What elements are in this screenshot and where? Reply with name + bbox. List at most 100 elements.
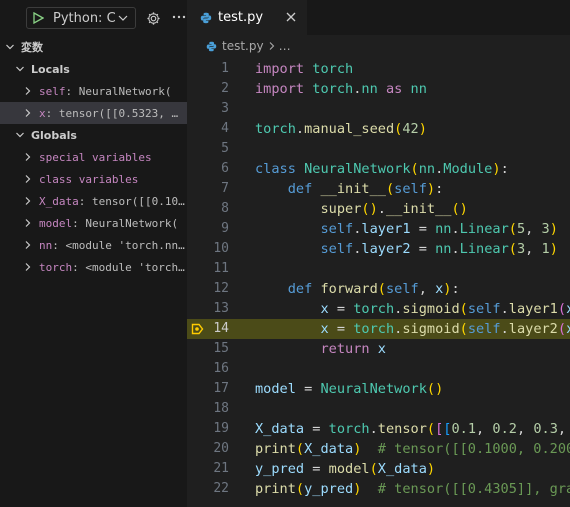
variable-name: model bbox=[39, 216, 73, 230]
code-line[interactable]: 16 bbox=[187, 359, 570, 379]
chevron-right-icon[interactable] bbox=[23, 218, 33, 228]
breadcrumb-symbol[interactable]: … bbox=[279, 39, 291, 53]
chevron-right-icon[interactable] bbox=[23, 108, 33, 118]
code-line[interactable]: 7 def __init__(self): bbox=[187, 179, 570, 199]
gear-icon[interactable] bbox=[145, 10, 161, 26]
chevron-down-icon bbox=[118, 15, 128, 21]
variable-name: x bbox=[39, 106, 46, 120]
line-number[interactable]: 19 bbox=[187, 419, 229, 439]
line-number[interactable]: 10 bbox=[187, 239, 229, 259]
code-line[interactable]: 21 y_pred = model(X_data) bbox=[187, 459, 570, 479]
line-number[interactable]: 13 bbox=[187, 299, 229, 319]
line-number[interactable]: 4 bbox=[187, 119, 229, 139]
variable-group-row[interactable]: special variables bbox=[0, 146, 187, 168]
code-line[interactable]: 6 class NeuralNetwork(nn.Module): bbox=[187, 159, 570, 179]
code-line[interactable]: 20 print(X_data) # tensor([[0.1000, 0.200… bbox=[187, 439, 570, 459]
line-number[interactable]: 9 bbox=[187, 219, 229, 239]
line-number[interactable]: 20 bbox=[187, 439, 229, 459]
variable-entry: special variables bbox=[39, 151, 152, 164]
variable-row[interactable]: torch: <module 'torch… bbox=[0, 256, 187, 278]
code-text: print(y_pred) # tensor([[0.4305]], grad_… bbox=[255, 481, 570, 497]
code-line[interactable]: 11 bbox=[187, 259, 570, 279]
breadcrumb: test.py … bbox=[187, 35, 570, 57]
code-line[interactable]: 17 model = NeuralNetwork() bbox=[187, 379, 570, 399]
variable-value: tensor([[0.10… bbox=[92, 194, 185, 208]
chevron-right-icon[interactable] bbox=[23, 174, 33, 184]
code-line[interactable]: 3 bbox=[187, 99, 570, 119]
line-number[interactable]: 1 bbox=[187, 59, 229, 79]
variable-entry: self: NeuralNetwork( bbox=[39, 84, 172, 98]
variable-row[interactable]: model: NeuralNetwork( bbox=[0, 212, 187, 234]
more-actions-icon[interactable] bbox=[171, 9, 187, 25]
line-number[interactable]: 15 bbox=[187, 339, 229, 359]
line-number[interactable]: 6 bbox=[187, 159, 229, 179]
line-number[interactable]: 5 bbox=[187, 139, 229, 159]
variables-section-title: 変数 bbox=[21, 41, 43, 54]
line-number[interactable]: 22 bbox=[187, 479, 229, 499]
line-number[interactable]: 18 bbox=[187, 399, 229, 419]
variable-value: <module 'torch… bbox=[85, 260, 185, 274]
line-number[interactable]: 16 bbox=[187, 359, 229, 379]
close-icon[interactable] bbox=[285, 11, 297, 23]
variable-entry: X_data: tensor([[0.10… bbox=[39, 194, 185, 208]
globals-scope-label: Globals bbox=[31, 128, 77, 142]
code-text: X_data = torch.tensor([[0.1, 0.2, 0.3, 0… bbox=[255, 421, 567, 437]
code-line[interactable]: 8 super().__init__() bbox=[187, 199, 570, 219]
code-line[interactable]: 19 X_data = torch.tensor([[0.1, 0.2, 0.3,… bbox=[187, 419, 570, 439]
line-number[interactable]: 21 bbox=[187, 459, 229, 479]
code-text: x = torch.sigmoid(self.layer2(x)) bbox=[320, 321, 570, 337]
variable-entry: torch: <module 'torch… bbox=[39, 260, 185, 274]
variable-name: torch bbox=[39, 260, 73, 274]
code-line[interactable]: 2 import torch.nn as nn bbox=[187, 79, 570, 99]
line-number[interactable]: 7 bbox=[187, 179, 229, 199]
variable-value: NeuralNetwork( bbox=[85, 216, 179, 230]
code-text: import torch.nn as nn bbox=[255, 81, 427, 97]
variable-value: <module 'torch.nn… bbox=[65, 238, 185, 252]
code-line[interactable]: 13 x = torch.sigmoid(self.layer1(x)) bbox=[187, 299, 570, 319]
code-line[interactable]: 9 self.layer1 = nn.Linear(5, 3) bbox=[187, 219, 570, 239]
code-line-current[interactable]: 14 x = torch.sigmoid(self.layer2(x)) bbox=[187, 319, 570, 339]
python-file-icon bbox=[206, 41, 217, 51]
line-number[interactable]: 17 bbox=[187, 379, 229, 399]
code-text: super().__init__() bbox=[320, 201, 468, 217]
code-line[interactable]: 10 self.layer2 = nn.Linear(3, 1) bbox=[187, 239, 570, 259]
variable-group-row[interactable]: class variables bbox=[0, 168, 187, 190]
code-line[interactable]: 18 bbox=[187, 399, 570, 419]
chevron-down-icon bbox=[16, 132, 24, 138]
code-text: return x bbox=[320, 341, 386, 357]
variable-row[interactable]: nn: <module 'torch.nn… bbox=[0, 234, 187, 256]
globals-scope[interactable]: Globals bbox=[0, 124, 187, 146]
start-debugging-icon[interactable] bbox=[32, 12, 44, 24]
variable-row[interactable]: X_data: tensor([[0.10… bbox=[0, 190, 187, 212]
code-text: torch.manual_seed(42) bbox=[255, 121, 427, 137]
code-area[interactable]: 1 import torch 2 import torch.nn as nn 3 4 tor… bbox=[187, 57, 570, 507]
line-number[interactable]: 8 bbox=[187, 199, 229, 219]
line-number[interactable]: 12 bbox=[187, 279, 229, 299]
breadcrumb-file[interactable]: test.py bbox=[222, 39, 264, 53]
chevron-right-icon[interactable] bbox=[23, 240, 33, 250]
debug-config-select[interactable]: Python: C bbox=[26, 7, 136, 29]
chevron-right-icon[interactable] bbox=[23, 152, 33, 162]
tab-filename: test.py bbox=[218, 10, 264, 25]
line-number[interactable]: 2 bbox=[187, 79, 229, 99]
code-line[interactable]: 22 print(y_pred) # tensor([[0.4305]], gra… bbox=[187, 479, 570, 499]
variable-entry: model: NeuralNetwork( bbox=[39, 216, 179, 230]
line-number[interactable]: 3 bbox=[187, 99, 229, 119]
tab-test-py[interactable]: test.py bbox=[187, 0, 307, 35]
code-line[interactable]: 12 def forward(self, x): bbox=[187, 279, 570, 299]
chevron-right-icon[interactable] bbox=[23, 196, 33, 206]
variables-section-header[interactable]: 変数 bbox=[0, 36, 187, 58]
code-line[interactable]: 4 torch.manual_seed(42) bbox=[187, 119, 570, 139]
locals-scope[interactable]: Locals bbox=[0, 58, 187, 80]
variable-row[interactable]: self: NeuralNetwork( bbox=[0, 80, 187, 102]
code-line[interactable]: 15 return x bbox=[187, 339, 570, 359]
chevron-down-icon bbox=[6, 44, 14, 50]
variable-row-selected[interactable]: x: tensor([[0.5323, … bbox=[0, 102, 187, 124]
code-line[interactable]: 5 bbox=[187, 139, 570, 159]
chevron-right-icon[interactable] bbox=[23, 262, 33, 272]
chevron-right-icon[interactable] bbox=[23, 86, 33, 96]
variable-name: self bbox=[39, 84, 66, 98]
code-line[interactable]: 1 import torch bbox=[187, 59, 570, 79]
line-number[interactable]: 11 bbox=[187, 259, 229, 279]
variable-name: X_data bbox=[39, 194, 79, 208]
